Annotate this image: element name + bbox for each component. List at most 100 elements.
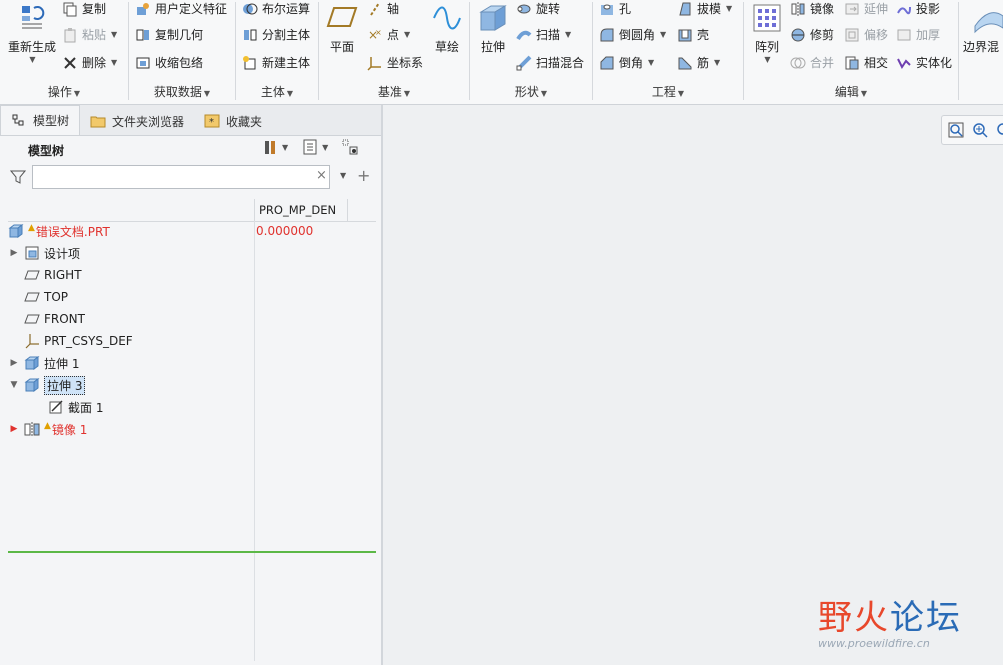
extend-icon — [844, 1, 860, 17]
paste-dropdown-icon[interactable]: ▼ — [111, 30, 117, 39]
model-tree-title: 模型树 — [28, 144, 65, 158]
tree-row-extrude-1[interactable]: ▶ 拉伸 1 — [8, 352, 376, 374]
part-density-value: 0.000000 — [256, 224, 314, 238]
trim-button[interactable]: 修剪 — [790, 26, 834, 43]
tree-row-csys[interactable]: PRT_CSYS_DEF — [8, 330, 376, 352]
collapse-arrow-icon[interactable]: ▼ — [8, 380, 20, 390]
search-dropdown-icon[interactable]: ▼ — [340, 171, 346, 180]
shrinkwrap-button[interactable]: 收缩包络 — [135, 54, 203, 71]
shell-button[interactable]: 壳 — [677, 26, 709, 43]
round-icon — [599, 27, 615, 43]
shapes-group-label[interactable]: 形状 ▼ — [470, 83, 592, 100]
editing-group-label[interactable]: 编辑 ▼ — [744, 83, 958, 100]
sketch-button[interactable]: 草绘 — [429, 2, 465, 55]
selected-item-label: 拉伸 3 — [44, 375, 86, 395]
sweep-button[interactable]: 扫描 ▼ — [516, 26, 571, 43]
copy-button[interactable]: 复制 — [62, 0, 106, 17]
clear-search-icon[interactable]: × — [316, 168, 327, 183]
extend-button[interactable]: 延伸 — [844, 0, 888, 17]
watermark-title: 野火论坛 — [818, 598, 962, 638]
tree-row-design-items[interactable]: ▶ 设计项 — [8, 242, 376, 264]
split-body-button[interactable]: 分割主体 — [242, 26, 310, 43]
graphics-window[interactable] — [383, 105, 1003, 665]
pattern-dropdown-icon[interactable]: ▼ — [749, 55, 786, 64]
mirror-button[interactable]: 镜像 — [790, 0, 834, 17]
column-pro-mp-den[interactable]: PRO_MP_DEN — [254, 199, 348, 221]
csys-button[interactable]: 坐标系 — [367, 54, 423, 71]
hole-button[interactable]: 孔 — [599, 0, 631, 17]
point-icon: × × — [367, 27, 383, 43]
sweep-dropdown-icon[interactable]: ▼ — [565, 30, 571, 39]
zoom-out-icon[interactable] — [996, 122, 1003, 138]
tab-model-tree[interactable]: 模型树 — [0, 105, 81, 135]
regenerate-button[interactable]: 重新生成 ▼ — [4, 2, 60, 64]
thicken-button[interactable]: 加厚 — [896, 26, 940, 43]
expand-arrow-icon[interactable]: ▶ — [8, 358, 20, 368]
new-body-button[interactable]: 新建主体 — [242, 54, 310, 71]
user-defined-feature-button[interactable]: 用户定义特征 — [135, 0, 227, 17]
expand-arrow-icon[interactable]: ▶ — [8, 248, 20, 258]
point-button[interactable]: × × 点 ▼ — [367, 26, 410, 43]
chamfer-button[interactable]: 倒角 ▼ — [599, 54, 654, 71]
tree-search-input[interactable] — [32, 165, 330, 189]
offset-button[interactable]: 偏移 — [844, 26, 888, 43]
chamfer-dropdown-icon[interactable]: ▼ — [648, 58, 654, 67]
extrude-icon — [24, 377, 40, 393]
boundary-blend-button[interactable]: 边界混 — [963, 2, 1003, 55]
shrinkwrap-icon — [135, 55, 151, 71]
tree-row-section-1[interactable]: 截面 1 — [8, 396, 376, 418]
tree-settings-button[interactable]: ▼ — [262, 139, 288, 155]
extrude-button[interactable]: 拉伸 — [472, 2, 514, 55]
boundary-blend-icon — [973, 2, 1003, 34]
paste-button[interactable]: 粘贴 ▼ — [62, 26, 117, 43]
filter-icon[interactable] — [9, 169, 27, 185]
copy-geometry-button[interactable]: 复制几何 — [135, 26, 203, 43]
tools-icon — [262, 139, 278, 155]
tree-row-mirror-1[interactable]: ▶ ▲镜像 1 — [8, 418, 376, 440]
round-dropdown-icon[interactable]: ▼ — [660, 30, 666, 39]
add-filter-icon[interactable]: + — [357, 166, 370, 185]
draft-button[interactable]: 拔模 ▼ — [677, 0, 732, 17]
rib-dropdown-icon[interactable]: ▼ — [714, 58, 720, 67]
tree-toolbar: ▼ ▼ — [262, 139, 358, 155]
plane-button[interactable]: 平面 — [321, 2, 363, 55]
tree-row-right-plane[interactable]: RIGHT — [8, 264, 376, 286]
pattern-button[interactable]: 阵列 ▼ — [748, 2, 786, 64]
delete-dropdown-icon[interactable]: ▼ — [111, 58, 117, 67]
regenerate-dropdown-icon[interactable]: ▼ — [5, 55, 60, 64]
point-dropdown-icon[interactable]: ▼ — [404, 30, 410, 39]
datum-group-label[interactable]: 基准 ▼ — [319, 83, 469, 100]
insert-here-marker[interactable] — [8, 551, 376, 553]
get-data-group-label[interactable]: 获取数据 ▼ — [129, 83, 235, 100]
boolean-button[interactable]: 布尔运算 — [242, 0, 310, 17]
tree-row-top-plane[interactable]: TOP — [8, 286, 376, 308]
tab-folder-browser[interactable]: 文件夹浏览器 — [80, 107, 194, 135]
engineering-group-label[interactable]: 工程 ▼ — [593, 83, 743, 100]
draft-dropdown-icon[interactable]: ▼ — [726, 4, 732, 13]
tree-row-front-plane[interactable]: FRONT — [8, 308, 376, 330]
body-group-label[interactable]: 主体 ▼ — [236, 83, 318, 100]
show-hidden-icon[interactable] — [342, 139, 358, 155]
operation-group-label[interactable]: 操作 ▼ — [0, 83, 128, 100]
merge-button[interactable]: 合并 — [790, 54, 834, 71]
tree-row-extrude-3[interactable]: ▼ 拉伸 3 — [8, 374, 376, 396]
axis-button[interactable]: 轴 — [367, 0, 399, 17]
mirror-icon — [24, 421, 40, 437]
rib-icon — [677, 55, 693, 71]
revolve-button[interactable]: 旋转 — [516, 0, 560, 17]
delete-button[interactable]: 删除 ▼ — [62, 54, 117, 71]
swept-blend-button[interactable]: 扫描混合 — [516, 54, 584, 71]
tree-row-part[interactable]: ▲错误文档.PRT 0.000000 — [8, 220, 376, 242]
expand-arrow-icon[interactable]: ▶ — [8, 424, 20, 434]
rib-button[interactable]: 筋 ▼ — [677, 54, 720, 71]
tab-favorites[interactable]: * 收藏夹 — [194, 107, 272, 135]
zoom-in-icon[interactable] — [972, 122, 988, 138]
project-button[interactable]: 投影 — [896, 0, 940, 17]
round-button[interactable]: 倒圆角 ▼ — [599, 26, 666, 43]
datum-plane-icon — [24, 267, 40, 283]
tree-view-button[interactable]: ▼ — [302, 139, 328, 155]
intersect-button[interactable]: 相交 — [844, 54, 888, 71]
body-group: 布尔运算 分割主体 新建主体 主体 ▼ — [236, 0, 318, 104]
solidify-button[interactable]: 实体化 — [896, 54, 952, 71]
refit-icon[interactable] — [948, 122, 964, 138]
